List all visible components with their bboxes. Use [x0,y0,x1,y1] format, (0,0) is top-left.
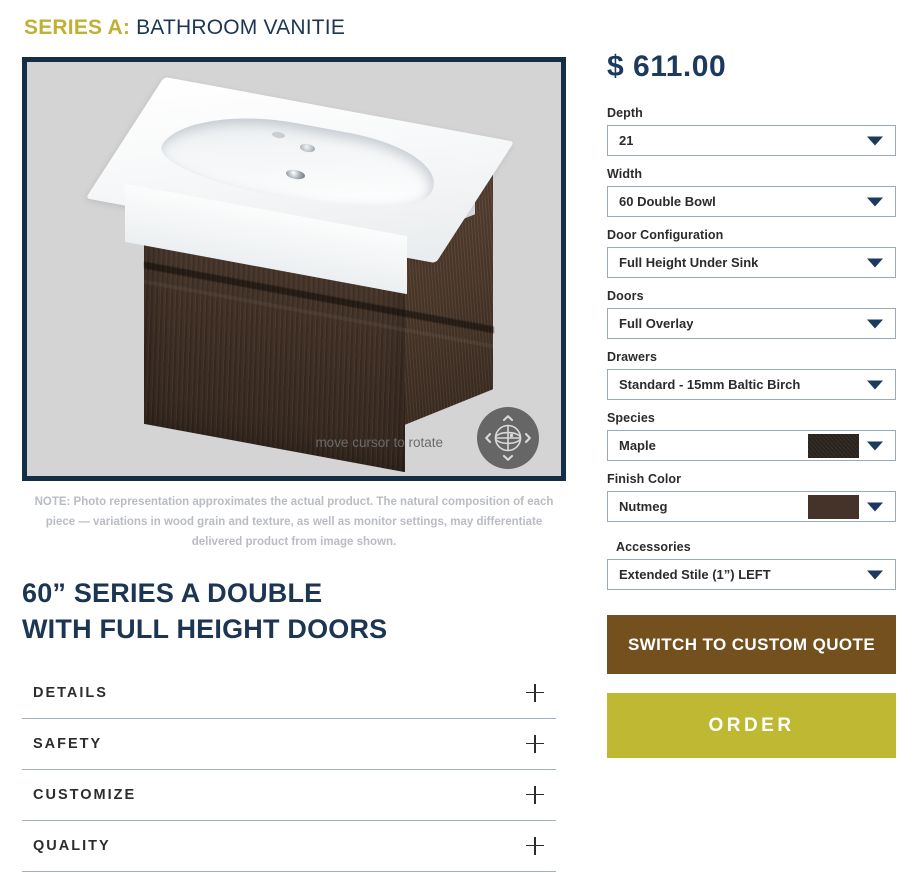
select-accessories-value: Extended Stile (1”) LEFT [619,567,771,582]
field-species: Species Maple [607,411,896,461]
order-button[interactable]: ORDER [607,693,896,758]
accordion-item-customize[interactable]: CUSTOMIZE [22,770,556,821]
select-width[interactable]: 60 Double Bowl [607,186,896,217]
plus-icon[interactable] [526,785,544,804]
select-door-configuration[interactable]: Full Height Under Sink [607,247,896,278]
product-title: 60” SERIES A DOUBLE WITH FULL HEIGHT DOO… [22,576,566,647]
select-doors-value: Full Overlay [619,316,694,331]
select-finish-color-value: Nutmeg [619,499,668,514]
select-species-value: Maple [619,438,656,453]
chevron-down-icon[interactable] [867,570,883,579]
product-image-viewer[interactable]: move cursor to rotate [22,57,566,481]
series-label: SERIES A: [24,16,131,39]
field-label-drawers: Drawers [607,350,658,364]
field-doors: Doors Full Overlay [607,289,896,339]
plus-icon[interactable] [526,734,544,753]
field-label-species: Species [607,411,655,425]
accordion-item-safety[interactable]: SAFETY [22,719,556,770]
select-door-configuration-value: Full Height Under Sink [619,255,759,270]
accordion-item-quality[interactable]: QUALITY [22,821,556,872]
field-label-finish-color: Finish Color [607,472,682,486]
select-species[interactable]: Maple [607,430,896,461]
product-title-line-2: WITH FULL HEIGHT DOORS [22,614,388,644]
finish-color-swatch [808,495,859,519]
field-label-door-configuration: Door Configuration [607,228,724,242]
field-door-configuration: Door Configuration Full Height Under Sin… [607,228,896,278]
field-drawers: Drawers Standard - 15mm Baltic Birch [607,350,896,400]
accordion-label: QUALITY [33,837,111,854]
select-width-value: 60 Double Bowl [619,194,716,209]
accordion-item-details[interactable]: DETAILS [22,668,556,719]
left-column: move cursor to rotate NOTE: Photo repres… [22,57,566,872]
species-swatch [808,434,859,458]
field-finish-color: Finish Color Nutmeg [607,472,896,522]
product-title-line-1: 60” SERIES A DOUBLE [22,578,323,609]
plus-icon[interactable] [526,683,544,702]
vanity-product-image [27,62,561,476]
field-label-width: Width [607,167,643,181]
select-doors[interactable]: Full Overlay [607,308,896,339]
select-drawers-value: Standard - 15mm Baltic Birch [619,377,801,392]
product-configurator-page: SERIES A: BATHROOM VANITIE move cursor t… [0,0,918,873]
select-finish-color[interactable]: Nutmeg [607,491,896,522]
rotate-sphere-icon[interactable] [477,407,539,469]
chevron-down-icon[interactable] [867,380,883,389]
select-accessories[interactable]: Extended Stile (1”) LEFT [607,559,896,590]
rotate-hint-text: move cursor to rotate [315,435,443,450]
series-name: BATHROOM VANITIE [136,16,346,39]
select-depth[interactable]: 21 [607,125,896,156]
info-accordion: DETAILS SAFETY CUSTOMIZE QUALITY [22,668,556,872]
accordion-label: CUSTOMIZE [33,786,137,803]
select-drawers[interactable]: Standard - 15mm Baltic Birch [607,369,896,400]
select-depth-value: 21 [619,133,634,148]
field-label-accessories: Accessories [616,540,691,554]
switch-to-custom-quote-button[interactable]: SWITCH TO CUSTOM QUOTE [607,615,896,674]
photo-disclaimer-note: NOTE: Photo representation approximates … [34,496,554,549]
field-depth: Depth 21 [607,106,896,156]
accordion-label: SAFETY [33,735,103,752]
chevron-down-icon[interactable] [867,136,883,145]
chevron-down-icon[interactable] [867,441,883,450]
configurator-panel: $ 611.00 Depth 21 Width 60 Double Bowl D… [607,50,896,758]
chevron-down-icon[interactable] [867,258,883,267]
chevron-down-icon[interactable] [867,197,883,206]
field-accessories: Accessories Extended Stile (1”) LEFT [607,540,896,590]
field-width: Width 60 Double Bowl [607,167,896,217]
product-price: $ 611.00 [607,50,727,83]
chevron-down-icon[interactable] [867,319,883,328]
page-title: SERIES A: BATHROOM VANITIE [24,16,345,40]
field-label-depth: Depth [607,106,643,120]
accordion-label: DETAILS [33,684,108,701]
chevron-down-icon[interactable] [867,502,883,511]
field-label-doors: Doors [607,289,644,303]
plus-icon[interactable] [526,836,544,855]
